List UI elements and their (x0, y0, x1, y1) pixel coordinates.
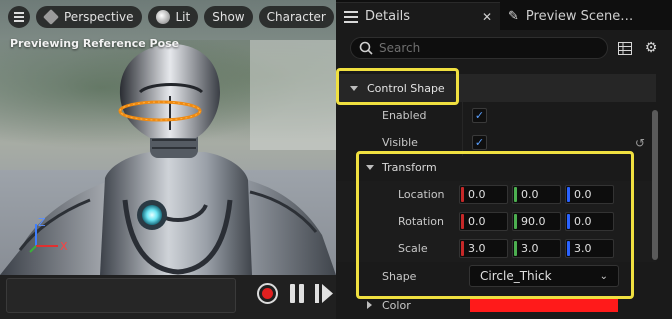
rotation-vector: 0.0 90.0 0.0 (459, 212, 614, 231)
scale-label: Scale (398, 242, 428, 255)
scrollbar[interactable] (652, 66, 660, 319)
play-bar (315, 284, 319, 303)
gear-icon[interactable]: ⚙ (642, 39, 660, 57)
location-label: Location (398, 188, 445, 201)
visible-checkbox[interactable]: ✓ (472, 135, 487, 150)
details-icon (344, 10, 358, 24)
enabled-checkbox[interactable]: ✓ (472, 108, 487, 123)
lit-label: Lit (175, 10, 191, 24)
rotation-y-field[interactable]: 90.0 (512, 212, 561, 231)
color-label: Color (382, 298, 411, 312)
viewport-status-label: Previewing Reference Pose (10, 37, 180, 50)
hamburger-icon (14, 12, 24, 22)
expand-icon[interactable] (367, 301, 372, 309)
scale-z-field[interactable]: 3.0 (565, 239, 614, 258)
details-panel: Details ✕ ✎ Preview Scene… ⚙ Control Sha… (336, 0, 672, 319)
play-button[interactable] (315, 284, 333, 303)
location-vector: 0.0 0.0 0.0 (459, 185, 614, 204)
axis-z-label: Z (38, 216, 46, 229)
search-input[interactable] (379, 41, 579, 55)
viewport[interactable]: Perspective Lit Show Character Previewin… (0, 0, 336, 319)
property-rotation: Rotation 0.0 90.0 0.0 (336, 208, 656, 235)
tab-preview-scene[interactable]: ✎ Preview Scene… (500, 2, 641, 30)
cube-icon (43, 9, 59, 25)
visible-label: Visible (382, 136, 418, 149)
search-box[interactable] (350, 37, 608, 59)
scrollbar-thumb[interactable] (652, 110, 658, 260)
show-label: Show (212, 10, 245, 24)
property-enabled: Enabled ✓ (336, 102, 656, 129)
shape-value: Circle_Thick (480, 269, 552, 283)
play-icon (322, 284, 333, 303)
search-row: ⚙ (336, 30, 672, 66)
property-color: Color (336, 294, 656, 316)
lit-button[interactable]: Lit (147, 6, 199, 28)
close-icon[interactable]: ✕ (482, 10, 492, 24)
rotation-x-field[interactable]: 0.0 (459, 212, 508, 231)
chevron-down-icon: ⌄ (599, 270, 608, 282)
axis-gizmo: Z X (29, 216, 68, 253)
property-visible: Visible ✓ (336, 129, 656, 156)
property-location: Location 0.0 0.0 0.0 (336, 181, 656, 208)
section-control-shape-label: Control Shape (367, 81, 445, 95)
tab-details[interactable]: Details ✕ (336, 2, 500, 30)
location-y-field[interactable]: 0.0 (512, 185, 561, 204)
viewport-toolbar: Perspective Lit Show Character (8, 6, 334, 28)
viewport-menu-button[interactable] (8, 6, 30, 28)
table-view-icon[interactable] (616, 39, 634, 57)
playback-bar (0, 275, 336, 319)
axis-x-label: X (60, 240, 68, 253)
scale-x-field[interactable]: 3.0 (459, 239, 508, 258)
preview-scene-icon: ✎ (508, 8, 519, 24)
rotation-z-field[interactable]: 0.0 (565, 212, 614, 231)
pause-button[interactable] (290, 284, 304, 303)
collapse-icon (350, 86, 358, 91)
record-button[interactable] (257, 283, 278, 304)
collapse-icon (366, 165, 374, 170)
color-swatch[interactable] (470, 298, 618, 312)
location-x-field[interactable]: 0.0 (459, 185, 508, 204)
tab-preview-scene-label: Preview Scene… (525, 8, 634, 24)
pause-icon (290, 284, 295, 303)
property-list: Control Shape Enabled ✓ Visible ✓ Transf… (336, 66, 666, 319)
property-scale: Scale 3.0 3.0 3.0 (336, 235, 656, 262)
enabled-label: Enabled (382, 109, 427, 122)
scale-vector: 3.0 3.0 3.0 (459, 239, 614, 258)
scale-y-field[interactable]: 3.0 (512, 239, 561, 258)
tab-details-label: Details (365, 9, 411, 24)
show-button[interactable]: Show (204, 6, 253, 28)
search-icon (359, 41, 373, 55)
timeline-scrubber[interactable] (6, 278, 236, 313)
shape-label: Shape (382, 269, 417, 283)
section-transform-label: Transform (382, 161, 437, 174)
rotation-label: Rotation (398, 215, 445, 228)
reset-to-default-icon[interactable]: ↺ (635, 136, 645, 150)
character-button[interactable]: Character (258, 6, 334, 28)
lit-sphere-icon (155, 10, 170, 24)
character-label: Character (266, 10, 326, 24)
perspective-label: Perspective (64, 10, 134, 24)
section-transform[interactable]: Transform (336, 154, 656, 181)
location-z-field[interactable]: 0.0 (565, 185, 614, 204)
shape-dropdown[interactable]: Circle_Thick ⌄ (469, 265, 619, 287)
panel-tabs: Details ✕ ✎ Preview Scene… (336, 0, 672, 30)
property-shape: Shape Circle_Thick ⌄ (336, 262, 656, 290)
section-control-shape[interactable]: Control Shape (336, 74, 656, 102)
perspective-button[interactable]: Perspective (36, 6, 142, 28)
